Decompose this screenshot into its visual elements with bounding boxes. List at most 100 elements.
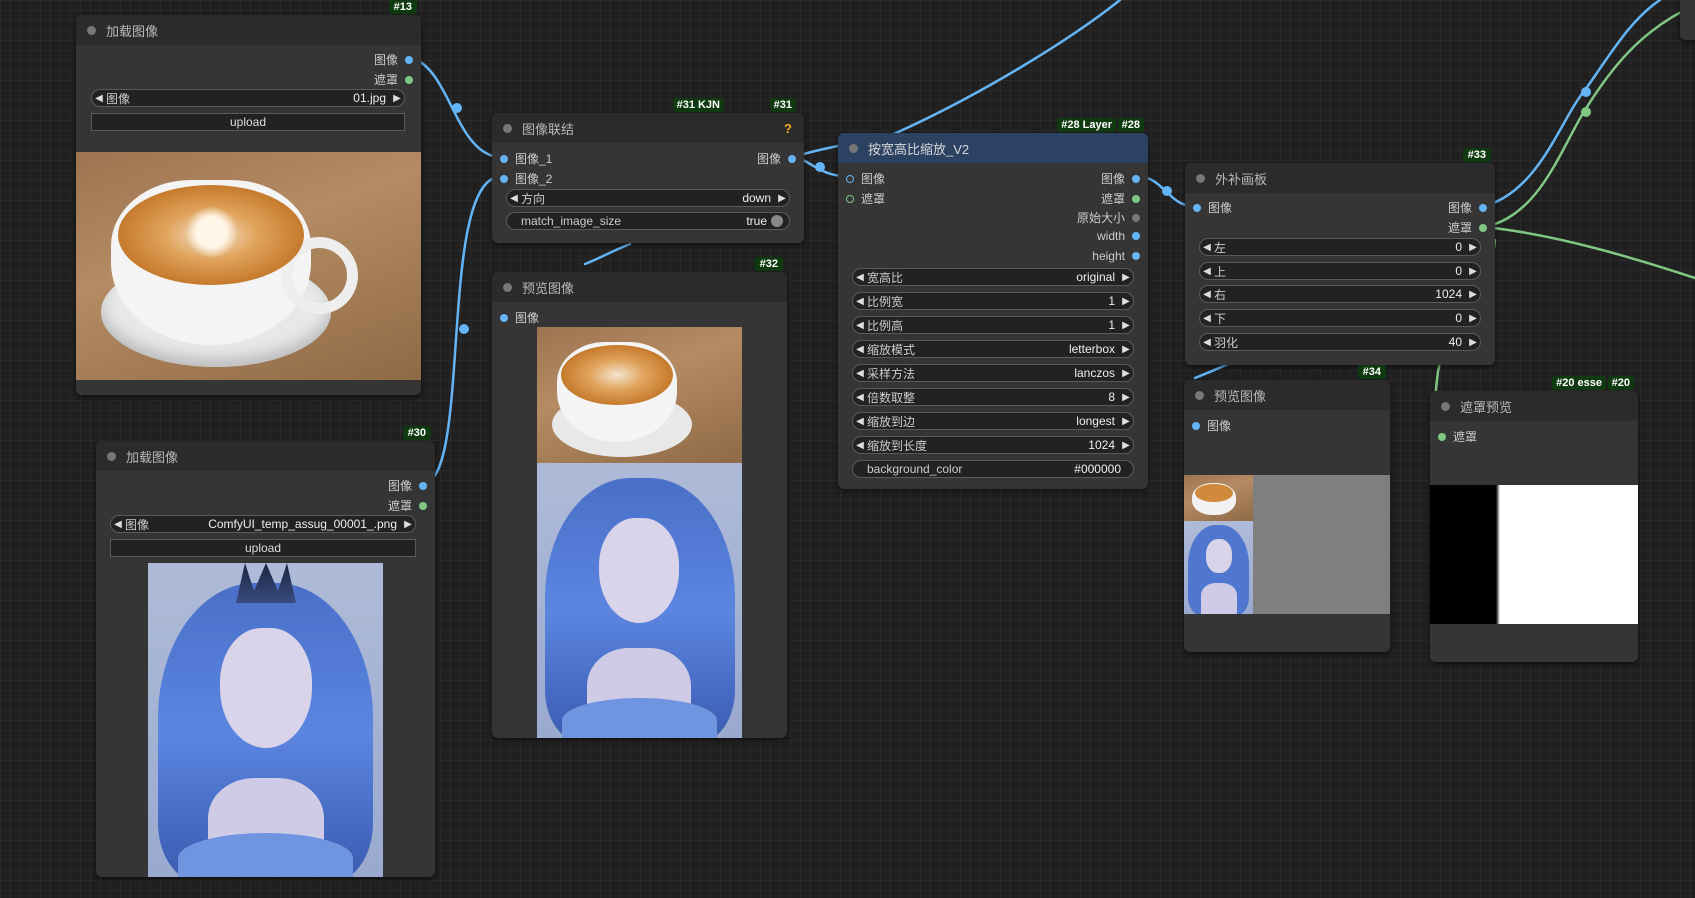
mask-output-pin-icon[interactable] [419, 501, 427, 510]
offscreen-node-edge[interactable] [1680, 0, 1695, 40]
arrow-right-icon[interactable]: ▶ [1119, 392, 1133, 403]
node-title[interactable]: 加载图像 [96, 441, 435, 471]
output-mask-slot[interactable]: 遮罩 [388, 497, 427, 514]
sampling-method-combo[interactable]: ◀ 采样方法 lanczos ▶ [852, 364, 1134, 382]
pad-canvas-node-33[interactable]: #33 外补画板 图像 图像 遮罩 ◀ 左 0 ▶ ◀ 上 0 ▶ ◀ 右 1024 ▶ ◀ 下 0 ▶… [1185, 148, 1495, 365]
output-image-slot[interactable]: 图像 [1101, 170, 1140, 187]
mask-preview-node-20[interactable]: #20 esse #20 遮罩预览 遮罩 [1430, 376, 1638, 662]
image-output-pin-icon[interactable] [1132, 174, 1140, 183]
mask-output-pin-icon[interactable] [1479, 223, 1487, 232]
collapse-dot-icon[interactable] [849, 143, 858, 153]
collapse-dot-icon[interactable] [107, 451, 116, 461]
load-image-node-30[interactable]: #30 加载图像 图像 遮罩 ◀ 图像 ComfyUI_temp_assug_0… [96, 426, 435, 877]
output-mask-slot[interactable]: 遮罩 [374, 71, 413, 88]
collapse-dot-icon[interactable] [1441, 401, 1450, 411]
node-title[interactable]: 遮罩预览 [1430, 391, 1638, 421]
round-multiple-number[interactable]: ◀ 倍数取整 8 ▶ [852, 388, 1134, 406]
image-input-pin-icon[interactable] [1193, 203, 1201, 212]
input-image2-slot[interactable]: 图像_2 [500, 170, 552, 187]
scale-to-side-combo[interactable]: ◀ 缩放到边 longest ▶ [852, 412, 1134, 430]
collapse-dot-icon[interactable] [87, 25, 96, 35]
arrow-right-icon[interactable]: ▶ [1119, 272, 1133, 283]
arrow-left-icon[interactable]: ◀ [853, 440, 867, 451]
input-image-slot[interactable]: 图像 [1192, 417, 1231, 434]
help-icon[interactable]: ? [784, 121, 792, 136]
output-width-slot[interactable]: width [1097, 229, 1140, 243]
mask-output-pin-icon[interactable] [1132, 194, 1140, 203]
mask-output-pin-icon[interactable] [405, 75, 413, 84]
pad-bottom-number[interactable]: ◀ 下 0 ▶ [1199, 309, 1481, 327]
preview-image-node-32[interactable]: #32 预览图像 图像 [492, 257, 787, 738]
arrow-left-icon[interactable]: ◀ [1200, 242, 1214, 253]
arrow-right-icon[interactable]: ▶ [390, 93, 404, 104]
arrow-left-icon[interactable]: ◀ [853, 344, 867, 355]
pad-top-number[interactable]: ◀ 上 0 ▶ [1199, 262, 1481, 280]
image-output-pin-icon[interactable] [419, 481, 427, 490]
arrow-left-icon[interactable]: ◀ [853, 392, 867, 403]
arrow-right-icon[interactable]: ▶ [1466, 242, 1480, 253]
image-input-pin-icon[interactable] [500, 313, 508, 322]
match-image-size-toggle[interactable]: match_image_size true [506, 212, 790, 230]
input-image-slot[interactable]: 图像 [846, 170, 885, 187]
input-image-slot[interactable]: 图像 [1193, 199, 1232, 216]
arrow-left-icon[interactable]: ◀ [853, 320, 867, 331]
arrow-left-icon[interactable]: ◀ [92, 93, 106, 104]
image-input-pin-icon[interactable] [846, 174, 854, 183]
arrow-right-icon[interactable]: ▶ [775, 193, 789, 204]
arrow-left-icon[interactable]: ◀ [507, 193, 521, 204]
arrow-right-icon[interactable]: ▶ [1119, 320, 1133, 331]
output-image-slot[interactable]: 图像 [374, 51, 413, 68]
node-title[interactable]: 预览图像 [1184, 380, 1390, 410]
image-file-combo[interactable]: ◀ 图像 01.jpg ▶ [91, 89, 405, 107]
output-image-slot[interactable]: 图像 [388, 477, 427, 494]
pad-left-number[interactable]: ◀ 左 0 ▶ [1199, 238, 1481, 256]
arrow-right-icon[interactable]: ▶ [1119, 368, 1133, 379]
upload-button[interactable]: upload [91, 113, 405, 131]
image-input-pin-icon[interactable] [1192, 421, 1200, 430]
image-output-pin-icon[interactable] [1479, 203, 1487, 212]
mask-input-pin-icon[interactable] [846, 194, 854, 203]
output-original-size-slot[interactable]: 原始大小 [1077, 209, 1140, 226]
arrow-right-icon[interactable]: ▶ [1466, 266, 1480, 277]
node-title[interactable]: 图像联结 ? [492, 113, 804, 143]
arrow-left-icon[interactable]: ◀ [853, 368, 867, 379]
output-image-slot[interactable]: 图像 [1448, 199, 1487, 216]
fit-mode-combo[interactable]: ◀ 缩放模式 letterbox ▶ [852, 340, 1134, 358]
direction-combo[interactable]: ◀ 方向 down ▶ [506, 189, 790, 207]
upload-button[interactable]: upload [110, 539, 416, 557]
toggle-knob-icon[interactable] [771, 215, 783, 227]
image-input-pin-icon[interactable] [500, 174, 508, 183]
image-file-combo[interactable]: ◀ 图像 ComfyUI_temp_assug_00001_.png ▶ [110, 515, 416, 533]
arrow-right-icon[interactable]: ▶ [1119, 416, 1133, 427]
arrow-left-icon[interactable]: ◀ [853, 416, 867, 427]
collapse-dot-icon[interactable] [503, 123, 512, 133]
int-output-pin-icon[interactable] [1132, 252, 1140, 260]
load-image-node-13[interactable]: #13 加载图像 图像 遮罩 ◀ 图像 01.jpg ▶ upload [76, 0, 421, 395]
node-title[interactable]: 预览图像 [492, 272, 787, 302]
node-title[interactable]: 加载图像 [76, 15, 421, 45]
feather-number[interactable]: ◀ 羽化 40 ▶ [1199, 333, 1481, 351]
collapse-dot-icon[interactable] [503, 282, 512, 292]
input-mask-slot[interactable]: 遮罩 [1438, 428, 1477, 445]
arrow-left-icon[interactable]: ◀ [1200, 313, 1214, 324]
image-output-pin-icon[interactable] [405, 55, 413, 64]
int-output-pin-icon[interactable] [1132, 232, 1140, 240]
arrow-right-icon[interactable]: ▶ [1466, 289, 1480, 300]
arrow-right-icon[interactable]: ▶ [1119, 296, 1133, 307]
resize-by-ratio-node-28[interactable]: #28 Layer #28 按宽高比缩放_V2 图像 遮罩 图像 遮罩 原始大小… [838, 118, 1148, 489]
arrow-left-icon[interactable]: ◀ [853, 272, 867, 283]
ratio-height-number[interactable]: ◀ 比例高 1 ▶ [852, 316, 1134, 334]
arrow-left-icon[interactable]: ◀ [111, 519, 125, 530]
pad-right-number[interactable]: ◀ 右 1024 ▶ [1199, 285, 1481, 303]
arrow-right-icon[interactable]: ▶ [1119, 440, 1133, 451]
ratio-width-number[interactable]: ◀ 比例宽 1 ▶ [852, 292, 1134, 310]
collapse-dot-icon[interactable] [1195, 390, 1204, 400]
node-title[interactable]: 外补画板 [1185, 163, 1495, 193]
arrow-left-icon[interactable]: ◀ [1200, 289, 1214, 300]
size-output-pin-icon[interactable] [1132, 213, 1140, 222]
input-image1-slot[interactable]: 图像_1 [500, 150, 552, 167]
arrow-right-icon[interactable]: ▶ [1466, 337, 1480, 348]
node-title[interactable]: 按宽高比缩放_V2 [838, 133, 1148, 163]
aspect-ratio-combo[interactable]: ◀ 宽高比 original ▶ [852, 268, 1134, 286]
image-output-pin-icon[interactable] [788, 154, 796, 163]
